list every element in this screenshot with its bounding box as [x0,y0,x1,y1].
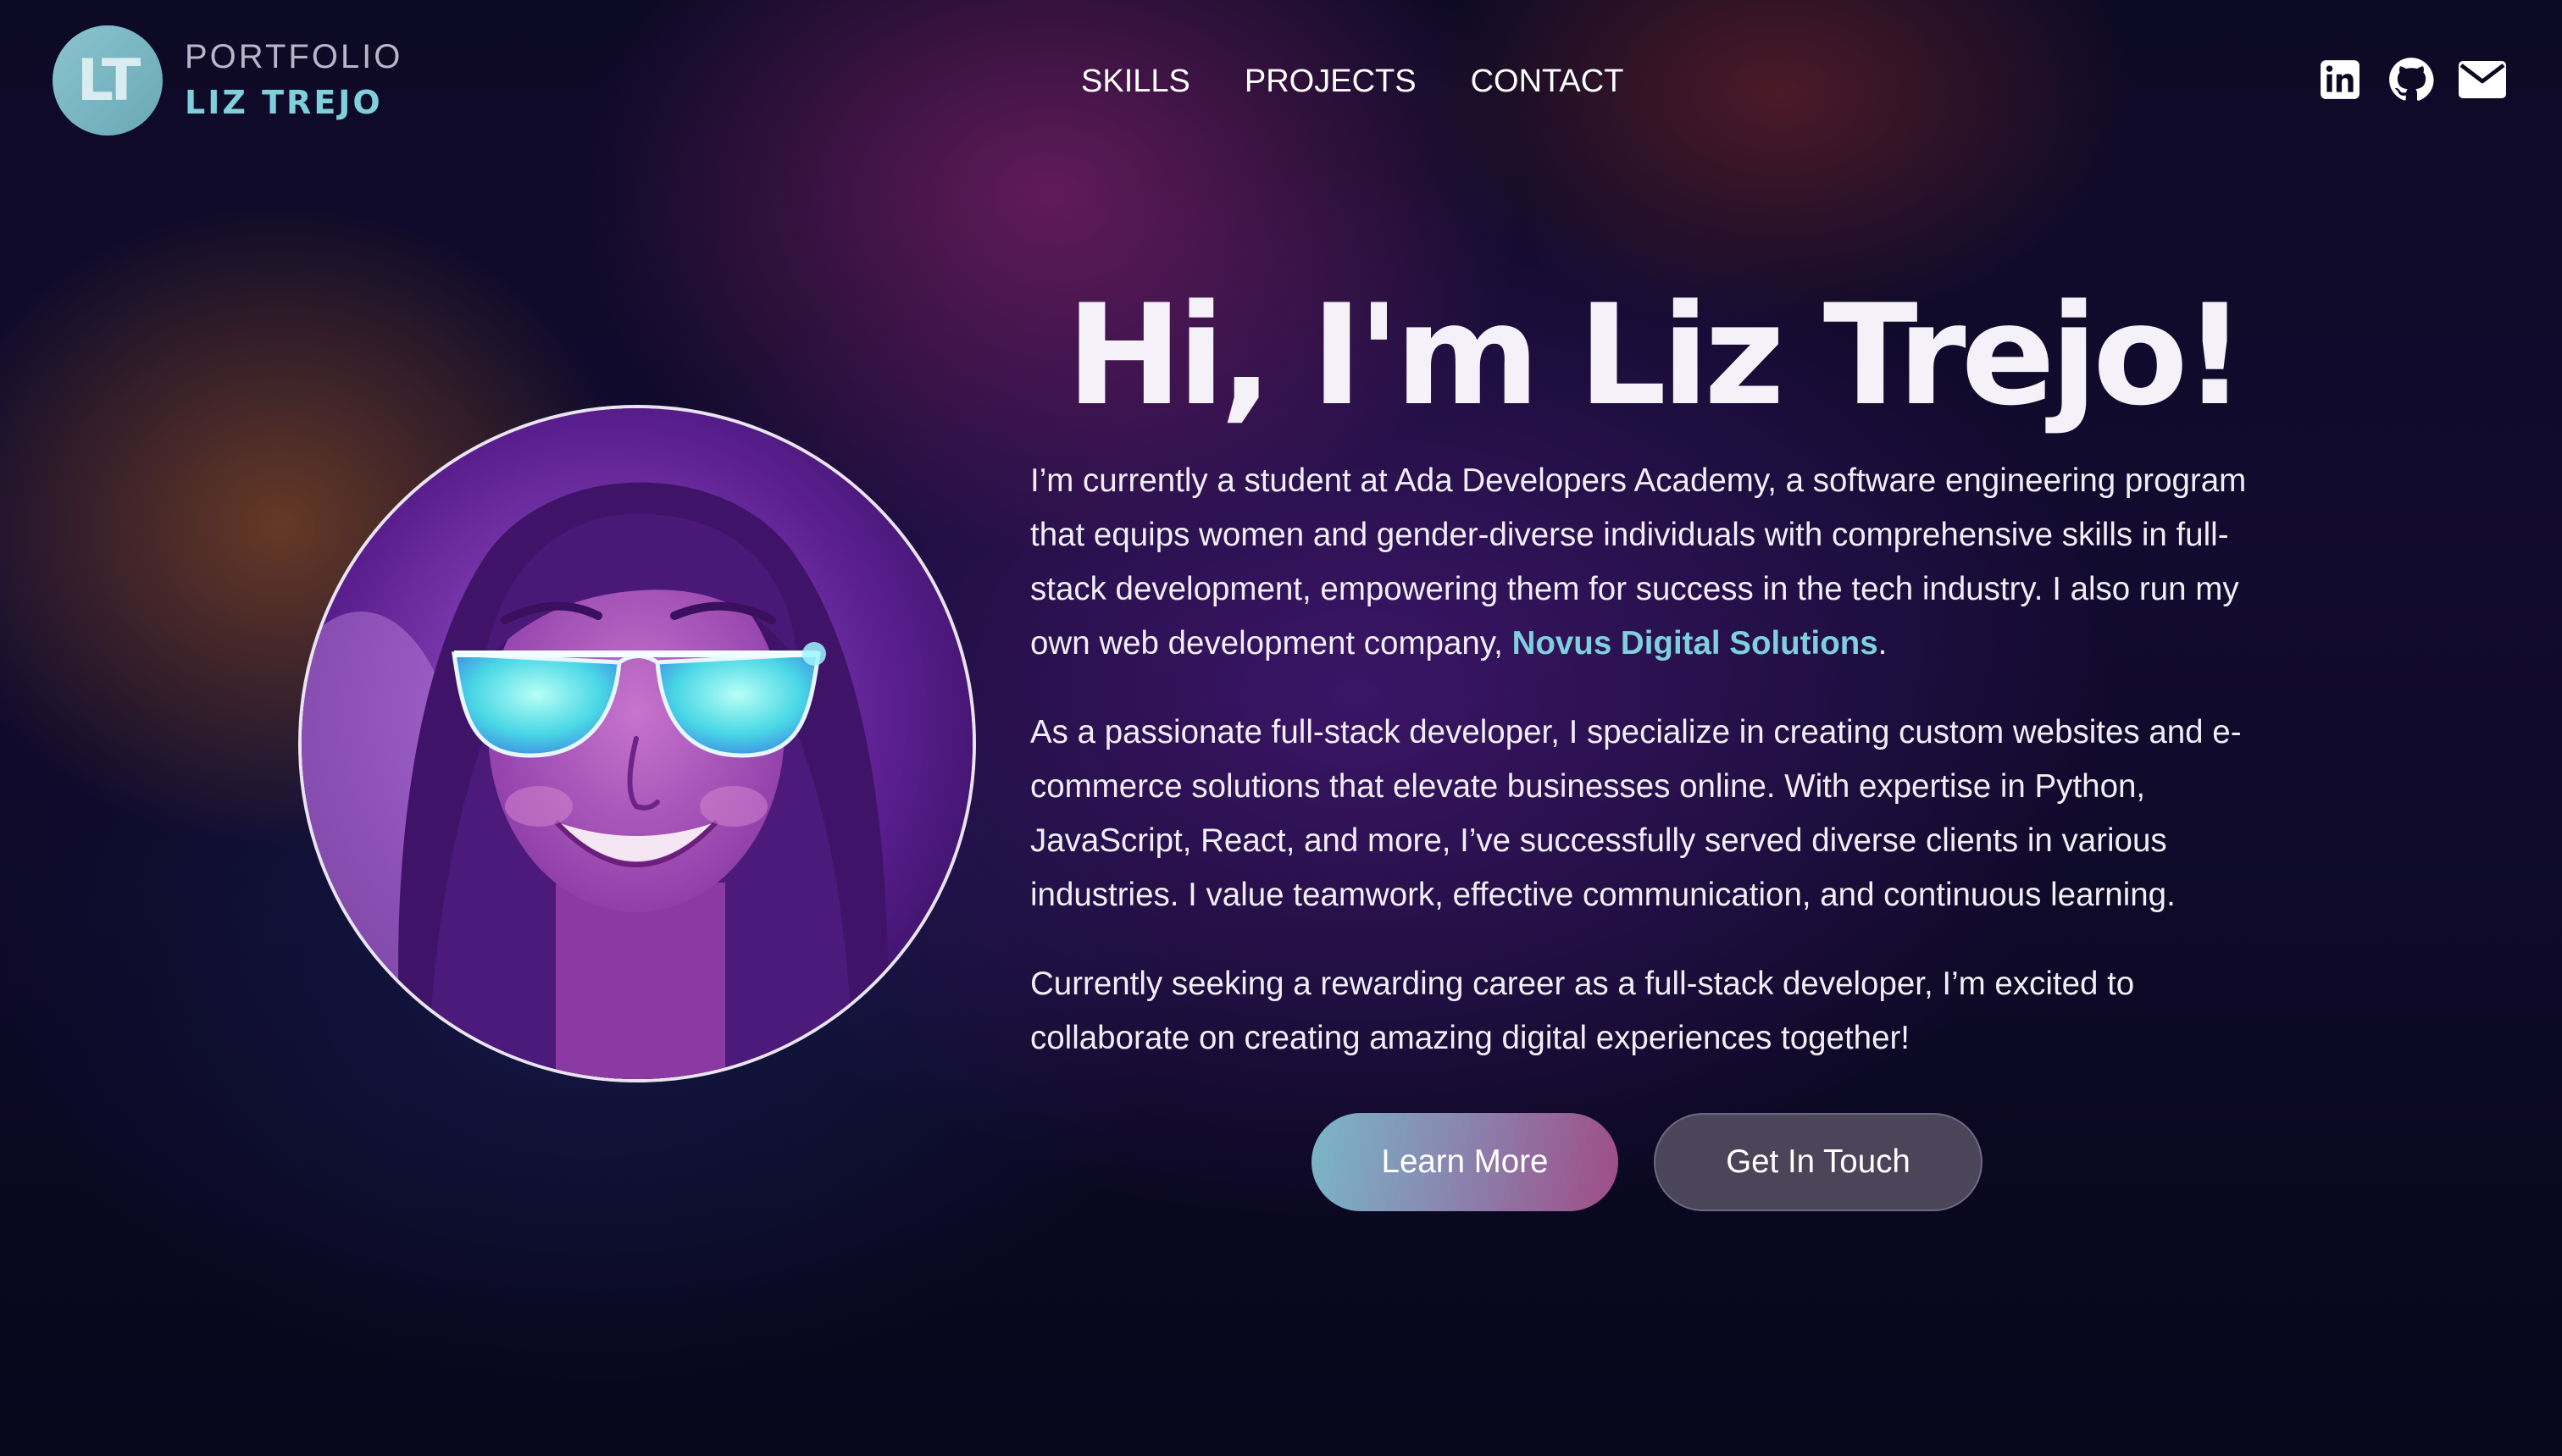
get-in-touch-button[interactable]: Get In Touch [1654,1113,1982,1211]
logo-monogram[interactable]: LT [53,25,163,136]
logo-initials: LT [76,47,141,114]
mail-icon[interactable] [2459,56,2506,103]
brand[interactable]: LT PORTFOLIO LIZ TREJO [53,25,402,136]
learn-more-button[interactable]: Learn More [1312,1113,1618,1211]
linkedin-icon[interactable] [2316,56,2364,103]
bio: I’m currently a student at Ada Developer… [1030,454,2277,1100]
profile-photo [298,405,976,1082]
profile-illustration [302,408,973,1079]
nav-item-skills[interactable]: SKILLS [1081,59,1190,103]
brand-portfolio-label: PORTFOLIO [185,38,403,75]
brand-name: LIZ TREJO [185,84,383,121]
nav-item-contact[interactable]: CONTACT [1471,59,1624,103]
bio-paragraph-1-end: . [1877,625,1888,662]
bio-paragraph-3: Currently seeking a rewarding career as … [1030,966,2135,1056]
site-header: LT PORTFOLIO LIZ TREJO SKILLS PROJECTS C… [0,0,2562,161]
social-links [2316,56,2506,103]
brand-text: PORTFOLIO LIZ TREJO [185,35,402,126]
github-icon[interactable] [2387,56,2435,103]
nav-item-projects[interactable]: PROJECTS [1245,59,1417,103]
hero-title: Hi, I'm Liz Trejo! [1066,274,2247,436]
bio-paragraph-1: I’m currently a student at Ada Developer… [1030,454,2277,671]
bio-paragraph-2: As a passionate full-stack developer, I … [1030,714,2242,913]
main-nav: SKILLS PROJECTS CONTACT [1081,59,1623,103]
novus-digital-solutions-link[interactable]: Novus Digital Solutions [1512,625,1878,662]
